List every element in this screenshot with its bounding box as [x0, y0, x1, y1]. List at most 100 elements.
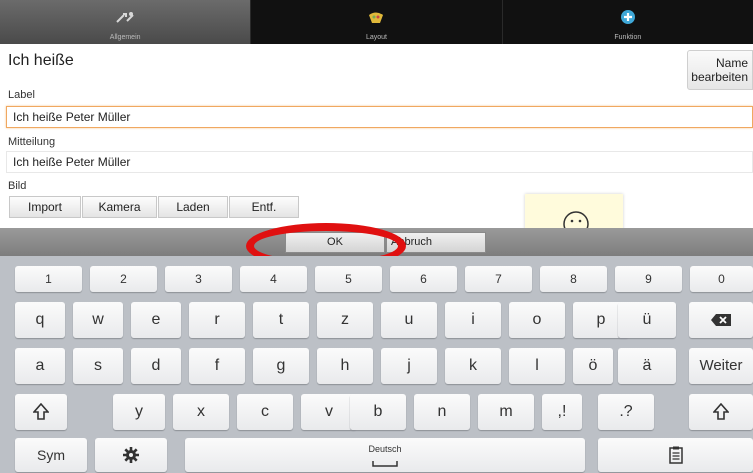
key-g[interactable]: g — [253, 348, 309, 384]
key-t[interactable]: t — [253, 302, 309, 338]
key-9[interactable]: 9 — [615, 266, 682, 292]
key-label: l — [535, 357, 539, 374]
comma-key[interactable]: ,! — [542, 394, 582, 430]
key-y[interactable]: y — [113, 394, 165, 430]
tab-layout[interactable]: Layout — [251, 0, 503, 44]
key-label: i — [471, 311, 475, 328]
sym-key[interactable]: Sym — [15, 438, 87, 472]
key-1[interactable]: 1 — [15, 266, 82, 292]
space-bar-icon — [372, 461, 398, 467]
key-label: v — [325, 403, 333, 420]
key-a[interactable]: a — [15, 348, 65, 384]
key-label: a — [35, 357, 45, 374]
edit-name-button[interactable]: Name bearbeiten — [687, 50, 753, 90]
key-label: u — [404, 311, 414, 328]
label-caption: Label — [8, 89, 35, 101]
key-label: ä — [642, 357, 652, 374]
key-ue[interactable]: ü — [618, 302, 676, 338]
key-label: f — [214, 357, 220, 374]
camera-button[interactable]: Kamera — [82, 196, 157, 218]
key-w[interactable]: w — [73, 302, 123, 338]
key-label: z — [341, 311, 349, 328]
key-v[interactable]: v — [301, 394, 357, 430]
shift-key-left[interactable] — [15, 394, 67, 430]
key-label: s — [94, 357, 102, 374]
key-label: e — [151, 311, 161, 328]
key-label: Deutsch — [368, 444, 402, 454]
key-label: d — [151, 357, 161, 374]
settings-key[interactable] — [95, 438, 167, 472]
key-l[interactable]: l — [509, 348, 565, 384]
key-k[interactable]: k — [445, 348, 501, 384]
key-label: o — [532, 311, 542, 328]
key-e[interactable]: e — [131, 302, 181, 338]
tab-label: Funktion — [614, 34, 642, 41]
backspace-key[interactable] — [689, 302, 753, 338]
key-m[interactable]: m — [478, 394, 534, 430]
edit-name-label-2: bearbeiten — [691, 70, 748, 84]
key-label: h — [340, 357, 350, 374]
palette-icon — [367, 11, 385, 30]
key-x[interactable]: x — [173, 394, 229, 430]
key-d[interactable]: d — [131, 348, 181, 384]
key-s[interactable]: s — [73, 348, 123, 384]
delete-button[interactable]: Entf. — [229, 196, 299, 218]
key-i[interactable]: i — [445, 302, 501, 338]
key-label: b — [373, 403, 383, 420]
key-label: r — [214, 311, 220, 328]
load-button[interactable]: Laden — [158, 196, 228, 218]
cancel-button[interactable]: Abbruch — [386, 232, 486, 253]
tab-funktion[interactable]: Funktion — [503, 0, 753, 44]
message-input[interactable]: Ich heiße Peter Müller — [6, 151, 753, 173]
import-button[interactable]: Import — [9, 196, 81, 218]
key-0[interactable]: 0 — [690, 266, 753, 292]
onscreen-keyboard: 1 2 3 4 5 6 7 8 9 0 q w e r t z u i o p … — [0, 256, 753, 473]
key-label: 5 — [345, 272, 352, 286]
key-c[interactable]: c — [237, 394, 293, 430]
key-label: 0 — [718, 272, 725, 286]
tools-icon — [114, 11, 136, 30]
key-label: j — [407, 357, 411, 374]
key-n[interactable]: n — [414, 394, 470, 430]
key-label: q — [35, 311, 45, 328]
key-u[interactable]: u — [381, 302, 437, 338]
key-7[interactable]: 7 — [465, 266, 532, 292]
enter-key[interactable]: Weiter — [689, 348, 753, 384]
tab-label: Layout — [365, 34, 387, 41]
key-6[interactable]: 6 — [390, 266, 457, 292]
key-o[interactable]: o — [509, 302, 565, 338]
key-8[interactable]: 8 — [540, 266, 607, 292]
backspace-icon — [711, 313, 731, 326]
key-3[interactable]: 3 — [165, 266, 232, 292]
tab-allgemein[interactable]: Allgemein — [0, 0, 252, 44]
key-2[interactable]: 2 — [90, 266, 157, 292]
key-label: t — [278, 311, 284, 328]
plus-circle-icon — [620, 9, 636, 30]
tab-label: Allgemein — [109, 34, 141, 41]
key-f[interactable]: f — [189, 348, 245, 384]
key-5[interactable]: 5 — [315, 266, 382, 292]
message-caption: Mitteilung — [8, 136, 56, 148]
shift-icon — [32, 402, 50, 420]
space-key[interactable]: Deutsch — [185, 438, 585, 472]
key-label: Weiter — [699, 357, 743, 374]
ok-button[interactable]: OK — [285, 232, 385, 253]
key-oe[interactable]: ö — [573, 348, 613, 384]
label-input[interactable]: Ich heiße Peter Müller — [6, 106, 753, 128]
key-q[interactable]: q — [15, 302, 65, 338]
dialog-button-bar: OK Abbruch — [0, 228, 753, 256]
key-h[interactable]: h — [317, 348, 373, 384]
clipboard-key[interactable] — [598, 438, 753, 472]
key-label: n — [437, 403, 447, 420]
key-r[interactable]: r — [189, 302, 245, 338]
key-z[interactable]: z — [317, 302, 373, 338]
shift-key-right[interactable] — [689, 394, 753, 430]
key-label: .? — [619, 403, 633, 420]
key-j[interactable]: j — [381, 348, 437, 384]
period-key[interactable]: .? — [598, 394, 654, 430]
key-ae[interactable]: ä — [618, 348, 676, 384]
key-label: 2 — [120, 272, 127, 286]
key-b[interactable]: b — [350, 394, 406, 430]
key-4[interactable]: 4 — [240, 266, 307, 292]
key-label: k — [469, 357, 477, 374]
